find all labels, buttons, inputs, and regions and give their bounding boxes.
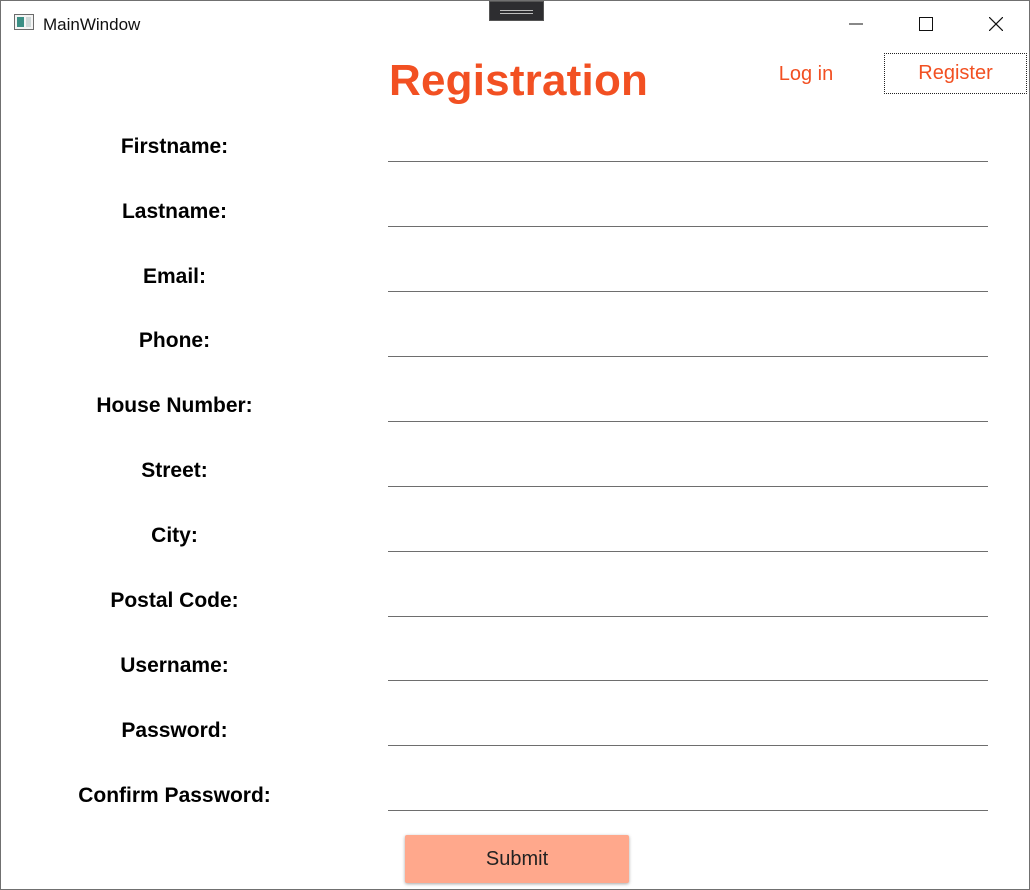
minimize-button[interactable] — [821, 1, 891, 47]
email-label: Email: — [142, 265, 207, 288]
city-label: City: — [151, 524, 198, 547]
maximize-icon — [919, 17, 933, 31]
postal-code-input[interactable] — [388, 583, 988, 617]
lastname-label: Lastname: — [121, 200, 228, 223]
close-button[interactable] — [961, 1, 1029, 47]
lastname-input[interactable] — [388, 193, 988, 227]
minimize-icon — [849, 23, 863, 25]
title-bar[interactable]: MainWindow — [1, 1, 1029, 47]
city-input[interactable] — [388, 518, 988, 552]
app-icon — [14, 14, 34, 30]
phone-input[interactable] — [388, 323, 988, 357]
phone-label: Phone: — [138, 329, 211, 352]
firstname-input[interactable] — [388, 128, 988, 162]
password-label: Password: — [121, 719, 228, 742]
main-window: MainWindow Registration Log in Register … — [0, 0, 1030, 890]
username-input[interactable] — [388, 647, 988, 681]
username-label: Username: — [120, 654, 229, 677]
close-icon — [989, 17, 1003, 31]
email-input[interactable] — [388, 258, 988, 292]
maximize-button[interactable] — [891, 1, 961, 47]
window-title: MainWindow — [43, 15, 141, 34]
confirm-password-label: Confirm Password: — [78, 784, 271, 807]
register-nav-button[interactable]: Register — [884, 53, 1027, 94]
submit-button[interactable]: Submit — [405, 835, 629, 883]
confirm-password-input[interactable] — [388, 777, 988, 811]
street-input[interactable] — [388, 453, 988, 487]
drag-handle-icon[interactable] — [489, 1, 544, 21]
password-input[interactable] — [388, 712, 988, 746]
login-nav-button[interactable]: Log in — [751, 53, 861, 95]
street-label: Street: — [141, 459, 208, 482]
firstname-label: Firstname: — [120, 135, 229, 158]
postal-code-label: Postal Code: — [110, 589, 239, 612]
house-number-input[interactable] — [388, 388, 988, 422]
page-title: Registration — [389, 56, 649, 105]
house-number-label: House Number: — [96, 394, 253, 417]
